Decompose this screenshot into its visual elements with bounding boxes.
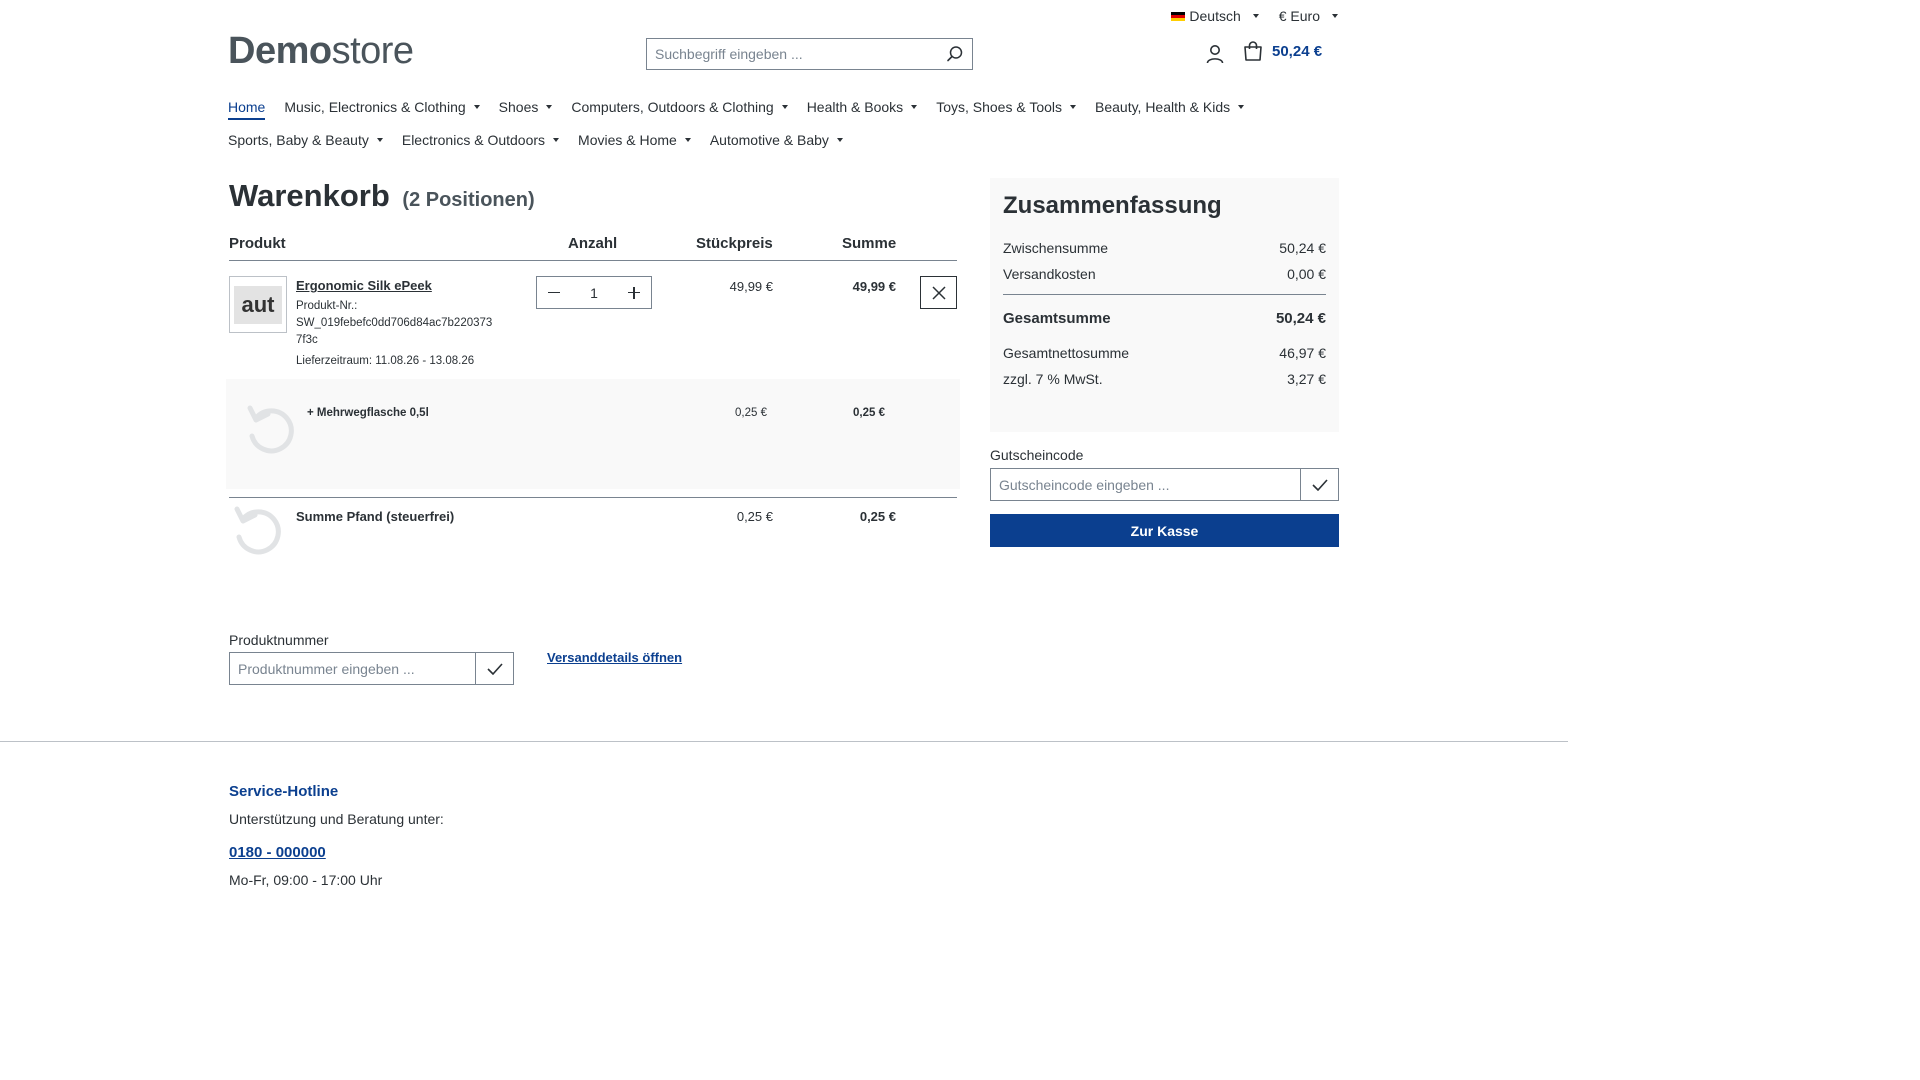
page-title: Warenkorb (2 Positionen) (229, 178, 535, 214)
account-icon[interactable] (1204, 42, 1226, 66)
tax-row: zzgl. 7 % MwSt. 3,27 € (1003, 366, 1326, 392)
voucher-input[interactable] (991, 469, 1300, 500)
nav-beauty-health-kids[interactable]: Beauty, Health & Kids (1095, 99, 1244, 120)
tax-label: zzgl. 7 % MwSt. (1003, 371, 1103, 387)
header-unit-price: Stückpreis (696, 235, 773, 252)
search-bar (646, 38, 973, 70)
tax-value: 3,27 € (1287, 371, 1326, 387)
net-total-label: Gesamtnettosumme (1003, 345, 1130, 361)
product-number-form (229, 652, 514, 685)
grand-total-label: Gesamtsumme (1003, 309, 1111, 327)
deposit-total: 0,25 € (853, 407, 885, 419)
summary-divider (1003, 294, 1326, 295)
deposit-sum-unit-price: 0,25 € (736, 509, 773, 524)
deposit-divider (229, 497, 957, 498)
product-number-label: Produktnummer (229, 632, 329, 648)
product-number: SW_019febefc0dd706d84ac7b2203737f3c (296, 317, 493, 346)
cart-title: Warenkorb (229, 178, 390, 213)
header-total: Summe (842, 235, 897, 252)
deposit-sum-icon (229, 505, 283, 569)
currency-selector[interactable]: € Euro (1279, 8, 1338, 24)
cart-item-count: (2 Positionen) (402, 189, 535, 211)
subtotal-row: Zwischensumme 50,24 € (1003, 235, 1326, 261)
footer-hotline-title: Service-Hotline (229, 783, 339, 800)
product-number-submit[interactable] (475, 653, 513, 684)
footer-phone-link[interactable]: 0180 - 000000 (229, 844, 326, 861)
deposit-unit-price: 0,25 € (735, 407, 767, 419)
nav-sports-baby-beauty[interactable]: Sports, Baby & Beauty (228, 132, 383, 151)
deposit-item-row (226, 379, 960, 489)
language-label: Deutsch (1189, 8, 1241, 24)
quantity-value[interactable]: 1 (590, 285, 598, 301)
nav-computers-outdoors-clothing[interactable]: Computers, Outdoors & Clothing (571, 99, 787, 120)
plus-icon[interactable] (627, 286, 641, 300)
minus-icon[interactable] (547, 286, 561, 300)
subtotal-label: Zwischensumme (1003, 240, 1109, 256)
net-total-row: Gesamtnettosumme 46,97 € (1003, 340, 1326, 366)
check-icon (486, 662, 503, 675)
cart-summary: Zusammenfassung Zwischensumme 50,24 € Ve… (990, 178, 1339, 432)
deposit-return-icon (242, 404, 296, 468)
thumbnail-image: aut (234, 285, 282, 324)
item-unit-price: 49,99 € (729, 279, 773, 294)
main-nav-row-1: Home Music, Electronics & Clothing Shoes… (228, 99, 1244, 120)
german-flag-icon (1171, 11, 1186, 21)
product-number-input[interactable] (230, 653, 475, 684)
logo-light: store (331, 30, 414, 72)
quantity-stepper: 1 (536, 276, 652, 309)
grand-total-row: Gesamtsumme 50,24 € (1003, 296, 1326, 340)
shipping-details-link[interactable]: Versanddetails öffnen (547, 650, 682, 665)
search-icon[interactable] (946, 45, 964, 63)
deposit-item-name: + Mehrwegflasche 0,5l (307, 407, 429, 419)
nav-health-books[interactable]: Health & Books (807, 99, 918, 120)
nav-movies-home[interactable]: Movies & Home (578, 132, 691, 151)
nav-home[interactable]: Home (228, 99, 266, 120)
nav-shoes[interactable]: Shoes (499, 99, 553, 120)
cart-button[interactable]: 50,24 € (1242, 40, 1322, 62)
footer-divider (0, 741, 1568, 742)
product-number-label: Produkt-Nr.: (296, 300, 358, 312)
grand-total-value: 50,24 € (1275, 309, 1326, 327)
currency-label: € Euro (1278, 8, 1320, 24)
deposit-sum-name: Summe Pfand (steuerfrei) (296, 509, 455, 524)
header-divider (229, 260, 957, 261)
shipping-value: 0,00 € (1287, 266, 1326, 282)
product-meta: Produkt-Nr.: SW_019febefc0dd706d84ac7b22… (296, 298, 496, 349)
bag-icon (1244, 41, 1262, 61)
footer-hotline-subtitle: Unterstützung und Beratung unter: (229, 811, 444, 827)
voucher-label: Gutscheincode (990, 447, 1084, 463)
topbar: Deutsch € Euro (1171, 8, 1338, 24)
header-quantity: Anzahl (568, 235, 618, 252)
product-name-link[interactable]: Ergonomic Silk ePeek (296, 278, 432, 293)
voucher-form (990, 468, 1339, 501)
checkout-button[interactable]: Zur Kasse (990, 514, 1339, 547)
store-logo[interactable]: Demostore (228, 30, 414, 73)
net-total-value: 46,97 € (1279, 345, 1326, 361)
summary-title: Zusammenfassung (1003, 192, 1222, 219)
language-selector[interactable]: Deutsch (1171, 8, 1258, 24)
shipping-label: Versandkosten (1003, 266, 1096, 282)
remove-item-button[interactable] (920, 276, 957, 309)
product-thumbnail[interactable]: aut (229, 276, 287, 333)
check-icon (1311, 478, 1328, 491)
nav-music-electronics-clothing[interactable]: Music, Electronics & Clothing (284, 99, 479, 120)
voucher-submit[interactable] (1300, 469, 1338, 500)
nav-automotive-baby[interactable]: Automotive & Baby (710, 132, 843, 151)
main-nav-row-2: Sports, Baby & Beauty Electronics & Outd… (228, 132, 843, 151)
close-icon (931, 285, 946, 300)
search-input[interactable] (655, 46, 946, 62)
header-product: Produkt (229, 235, 286, 252)
delivery-period: Lieferzeitraum: 11.08.26 - 13.08.26 (296, 355, 475, 367)
logo-bold: Demo (228, 30, 332, 72)
cart-total: 50,24 € (1272, 42, 1323, 60)
item-total: 49,99 € (852, 279, 896, 294)
nav-electronics-outdoors[interactable]: Electronics & Outdoors (402, 132, 559, 151)
deposit-sum-total: 0,25 € (859, 509, 896, 524)
footer-hours: Mo-Fr, 09:00 - 17:00 Uhr (229, 872, 383, 888)
nav-toys-shoes-tools[interactable]: Toys, Shoes & Tools (936, 99, 1076, 120)
subtotal-value: 50,24 € (1279, 240, 1326, 256)
shipping-row: Versandkosten 0,00 € (1003, 261, 1326, 287)
